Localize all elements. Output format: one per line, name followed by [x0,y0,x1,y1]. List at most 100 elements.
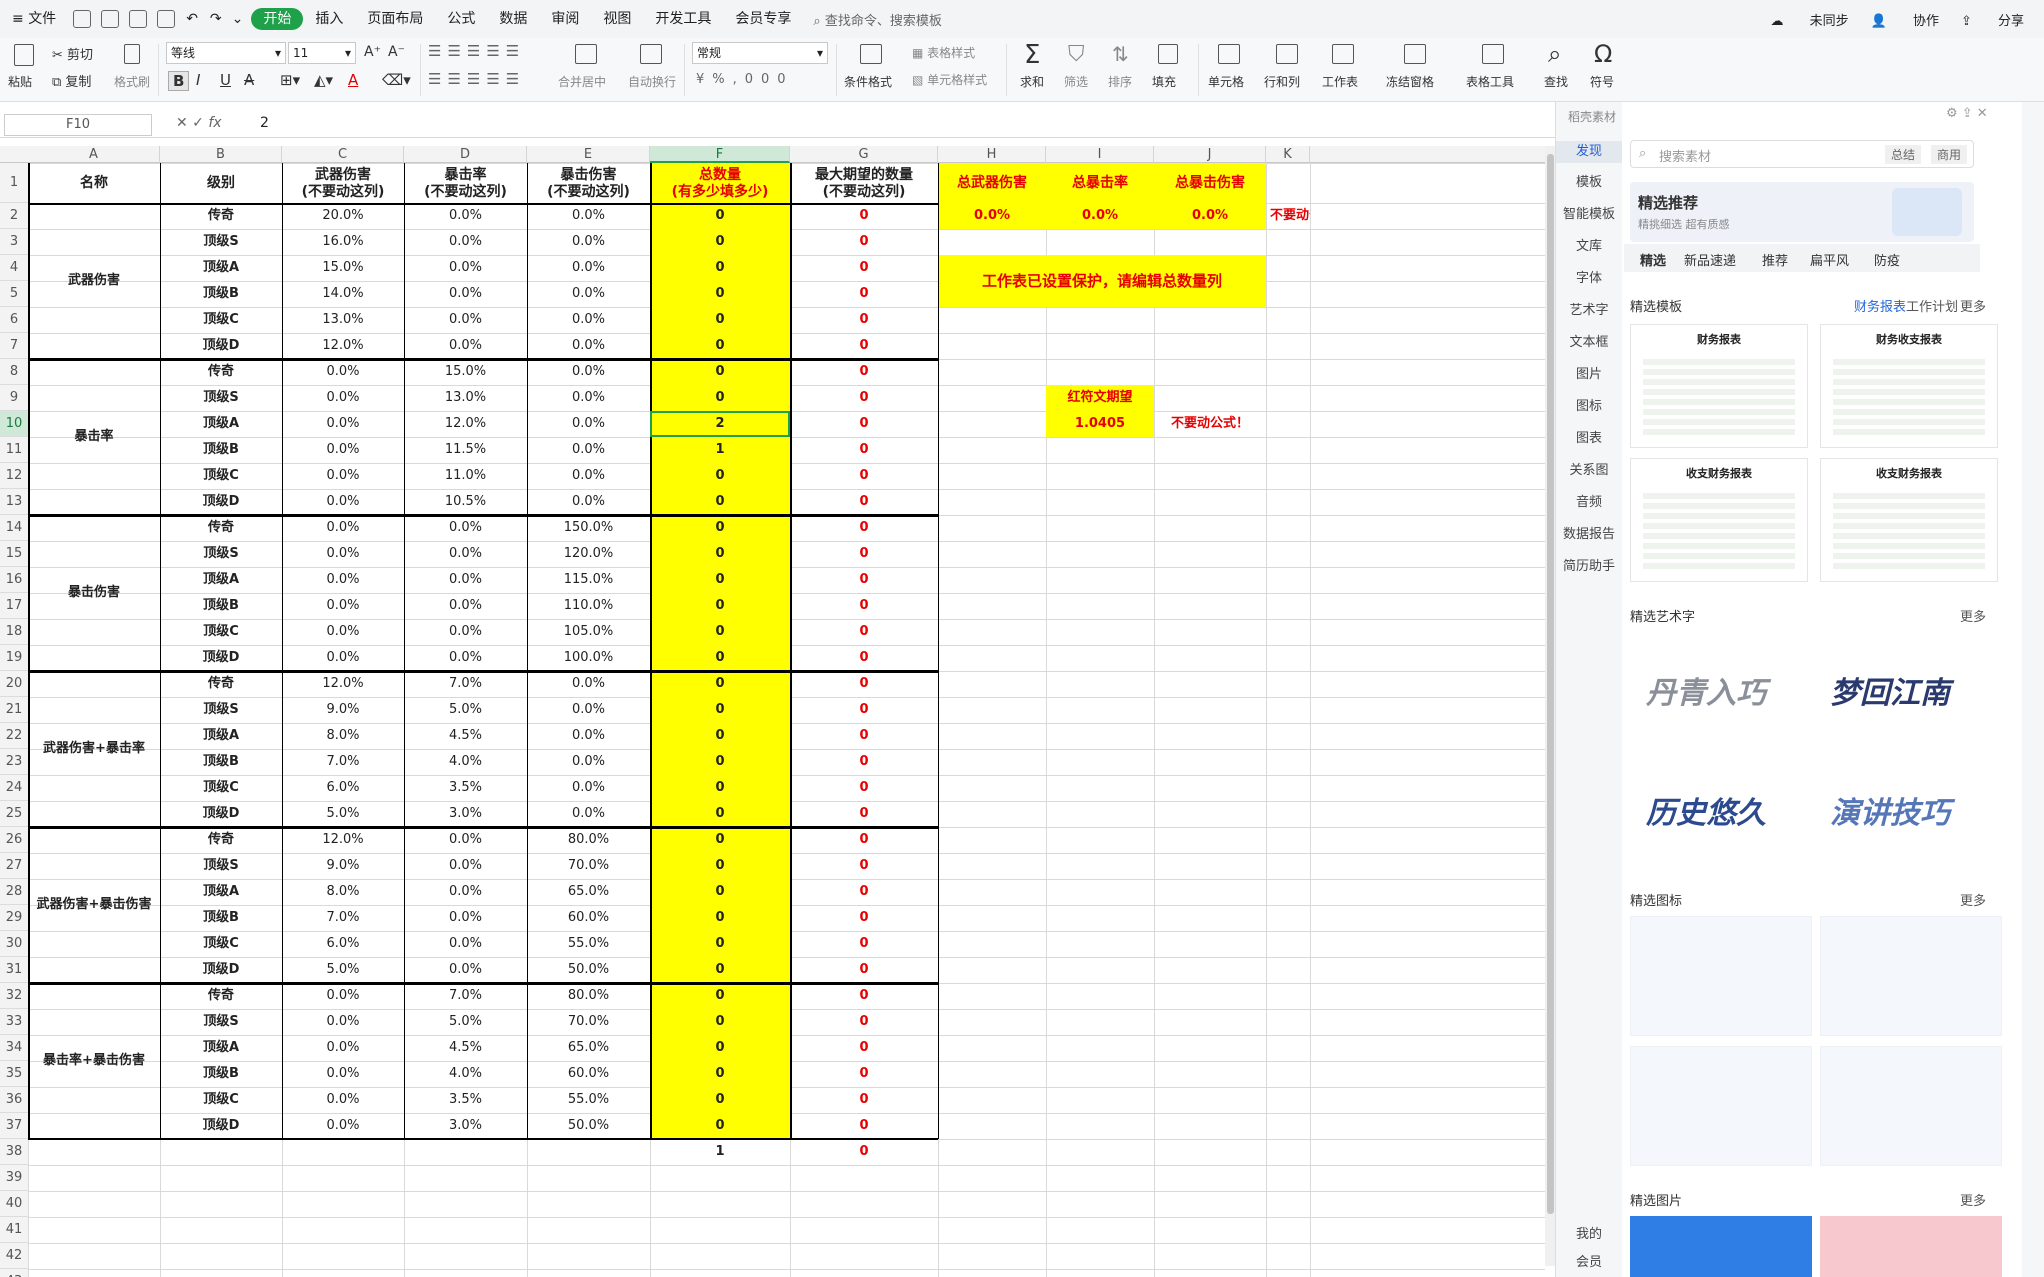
cell-qty[interactable]: 0 [650,905,790,931]
cell-level[interactable]: 顶级A [160,255,282,281]
cell-level[interactable]: 顶级D [160,645,282,671]
fill-button[interactable]: 填充 [1152,73,1176,90]
font-color-icon[interactable]: A [348,71,358,89]
template-card[interactable]: 收支财务报表 [1630,458,1808,582]
panel-side-item[interactable]: 图表 [1556,428,1622,450]
cell-max[interactable]: 0 [790,723,938,749]
redo-icon[interactable]: ↷ [210,11,222,27]
cell-weapon[interactable]: 7.0% [282,905,404,931]
cell-crit-dmg[interactable]: 50.0% [527,957,650,983]
row-header[interactable]: 7 [0,333,28,359]
format-painter-icon[interactable] [124,44,140,64]
cell-crit-rate[interactable]: 0.0% [404,515,527,541]
cell-crit-dmg[interactable]: 120.0% [527,541,650,567]
cell-weapon[interactable]: 0.0% [282,983,404,1009]
group-name[interactable]: 暴击率+暴击伤害 [28,983,160,1139]
header-total-qty[interactable]: 总数量 (有多少填多少) [650,163,790,203]
cell-qty[interactable]: 0 [650,671,790,697]
cell-crit-dmg[interactable]: 115.0% [527,567,650,593]
name-box[interactable]: F10 [4,114,152,136]
row-header[interactable]: 16 [0,567,28,593]
group-name[interactable]: 暴击伤害 [28,515,160,671]
table-style-button[interactable]: ▦ 表格样式 [912,44,975,61]
cell-crit-dmg[interactable]: 0.0% [527,229,650,255]
panel-side-item[interactable]: 关系图 [1556,460,1622,482]
row-header[interactable]: 42 [0,1243,28,1269]
panel-side-item[interactable]: 图片 [1556,364,1622,386]
cell-level[interactable]: 顶级S [160,1009,282,1035]
column-header-b[interactable]: B [160,146,282,163]
cell-k2[interactable]: 不要动公 [1266,203,1310,229]
cell-qty[interactable]: 0 [650,619,790,645]
tab-8[interactable]: 会员专享 [723,0,803,38]
header-level[interactable]: 级别 [160,163,282,203]
cell-qty[interactable]: 0 [650,593,790,619]
filter-button[interactable]: 筛选 [1064,73,1088,90]
print-icon[interactable] [129,10,148,28]
cell-weapon[interactable]: 0.0% [282,541,404,567]
panel-side-item[interactable]: 智能模板 [1556,204,1622,226]
number-format-icons[interactable]: ¥%,000 [696,72,794,87]
cell-crit-dmg[interactable]: 110.0% [527,593,650,619]
cell-crit-dmg[interactable]: 0.0% [527,307,650,333]
file-menu[interactable]: ≡ 文件 [0,0,68,38]
font-grow-button[interactable]: A⁺ [364,44,381,60]
paste-icon[interactable] [14,44,34,66]
cell-level[interactable]: 顶级B [160,749,282,775]
row-header[interactable]: 4 [0,255,28,281]
cell-level[interactable]: 顶级B [160,905,282,931]
cell-crit-dmg[interactable]: 0.0% [527,697,650,723]
panel-tab[interactable]: 防疫 [1874,250,1900,269]
cell-qty[interactable]: 0 [650,1009,790,1035]
panel-tab[interactable]: 精选 [1640,250,1666,269]
save-icon[interactable] [73,10,92,28]
cell-max[interactable]: 0 [790,1113,938,1139]
expect-value[interactable]: 1.0405 [1046,411,1154,437]
panel-side-item[interactable]: 字体 [1556,268,1622,290]
cell-qty[interactable]: 0 [650,333,790,359]
worksheet-icon[interactable] [1332,44,1354,64]
arttext-1[interactable]: 丹青入巧 [1646,668,1766,712]
cell-qty[interactable]: 0 [650,489,790,515]
cell-level[interactable]: 顶级S [160,229,282,255]
cell-crit-rate[interactable]: 0.0% [404,905,527,931]
cell-crit-rate[interactable]: 0.0% [404,879,527,905]
cell-weapon[interactable]: 8.0% [282,879,404,905]
cell-weapon[interactable]: 14.0% [282,281,404,307]
cell-max[interactable]: 0 [790,281,938,307]
cell-crit-dmg[interactable]: 0.0% [527,359,650,385]
expect-label[interactable]: 红符文期望 [1046,385,1154,411]
cell-crit-rate[interactable]: 0.0% [404,567,527,593]
row-header[interactable]: 28 [0,879,28,905]
panel-side-item[interactable]: 图标 [1556,396,1622,418]
cell-crit-rate[interactable]: 0.0% [404,957,527,983]
panel-tab[interactable]: 新品速递 [1684,250,1736,269]
cell-level[interactable]: 顶级A [160,1035,282,1061]
panel-side-item[interactable]: 简历助手 [1556,556,1622,578]
cell-crit-dmg[interactable]: 60.0% [527,905,650,931]
cell-qty[interactable]: 0 [650,541,790,567]
cell-weapon[interactable]: 20.0% [282,203,404,229]
cell-g38[interactable]: 0 [790,1139,938,1165]
worksheet-button[interactable]: 工作表 [1322,73,1358,90]
cell-qty[interactable]: 0 [650,931,790,957]
cell-weapon[interactable]: 0.0% [282,463,404,489]
image-thumb-2[interactable] [1820,1216,2002,1277]
cell-weapon[interactable]: 16.0% [282,229,404,255]
cell-qty[interactable]: 0 [650,775,790,801]
copy-button[interactable]: ⧉ 复制 [52,71,91,90]
conditional-format-button[interactable]: 条件格式 [844,73,892,90]
panel-side-item[interactable]: 我的 [1556,1224,1622,1246]
cell-crit-dmg[interactable]: 70.0% [527,853,650,879]
cell-crit-rate[interactable]: 0.0% [404,827,527,853]
find-icon[interactable]: ⌕ [1548,40,1561,68]
symbol-button[interactable]: 符号 [1590,73,1614,90]
table-tools-icon[interactable] [1482,44,1504,64]
tab-0[interactable]: 开始 [251,8,304,30]
cell-style-button[interactable]: ▧ 单元格样式 [912,71,987,88]
cell-crit-dmg[interactable]: 0.0% [527,281,650,307]
cell-weapon[interactable]: 6.0% [282,931,404,957]
cell-crit-rate[interactable]: 0.0% [404,619,527,645]
cell-level[interactable]: 顶级A [160,879,282,905]
row-header[interactable]: 33 [0,1009,28,1035]
